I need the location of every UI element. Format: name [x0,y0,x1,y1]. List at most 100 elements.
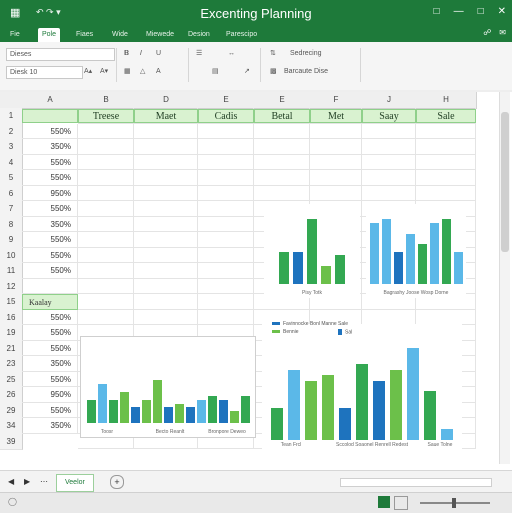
column-header[interactable]: D [134,92,199,109]
grid-cell[interactable] [254,170,310,186]
table-header-cell[interactable]: Betal [254,109,310,123]
format-label[interactable]: Barcaute Dise [284,66,328,78]
value-cell[interactable]: 550% [22,247,78,263]
fill-color-icon[interactable]: △ [140,66,145,78]
chart-4[interactable]: Tean Frcl Sccolod Soaonel Renrell Redest S… [262,321,462,454]
grid-cell[interactable] [78,201,134,217]
grid-cell[interactable] [416,170,476,186]
grid-cell[interactable] [198,123,254,139]
value-cell[interactable]: 550% [22,263,78,279]
vertical-scrollbar[interactable] [499,92,510,464]
zoom-thumb[interactable] [452,498,456,508]
tab-design[interactable]: Desion [184,28,214,42]
scroll-thumb[interactable] [501,112,509,252]
grid-cell[interactable] [78,216,134,232]
grid-cell[interactable] [416,185,476,201]
table-header-cell[interactable]: Sale [416,109,476,123]
column-header[interactable]: J [362,92,417,109]
value-cell[interactable]: 350% [22,216,78,232]
grid-cell[interactable] [198,139,254,155]
grid-cell[interactable] [416,123,476,139]
grid-cell[interactable] [198,185,254,201]
wrap-icon[interactable]: ▤ [212,66,219,78]
row-header[interactable]: 4 [0,154,23,171]
grid-cell[interactable] [198,263,254,279]
sheet-tab[interactable]: Veelor [56,474,94,492]
horizontal-scrollbar[interactable] [340,478,492,487]
tab-layout[interactable]: Miewede [142,28,178,42]
grid-cell[interactable] [416,309,476,325]
row-header[interactable]: 9 [0,232,23,249]
tab-home[interactable]: Pole [38,28,61,42]
table-header-cell[interactable]: Saay [362,109,416,123]
grid-cell[interactable] [134,216,198,232]
chart-3[interactable]: Toosr Becto Reanlt Bronpore Deweo [80,336,256,438]
borders-icon[interactable]: ▦ [124,66,131,78]
grid-cell[interactable] [134,263,198,279]
font-shrink-icon[interactable]: A▾ [100,66,108,78]
value-cell[interactable]: 350% [22,356,78,372]
format-icon[interactable]: ▩ [270,66,277,78]
grid-cell[interactable] [78,309,134,325]
row-header[interactable]: 25 [0,371,23,388]
align-left-icon[interactable]: ☰ [196,48,202,60]
grid-cell[interactable] [198,309,254,325]
grid-cell[interactable] [362,154,416,170]
grid-cell[interactable] [310,170,362,186]
column-header[interactable]: A [22,92,79,109]
grid-cell[interactable] [198,216,254,232]
section-label-cell[interactable]: Kaalay [22,294,78,310]
row-header[interactable]: 21 [0,340,23,357]
row-header[interactable]: 19 [0,325,23,342]
grid-cell[interactable] [198,154,254,170]
grid-cell[interactable] [78,185,134,201]
underline-icon[interactable]: U [156,48,161,60]
grid-cell[interactable] [134,201,198,217]
grid-cell[interactable] [78,123,134,139]
value-cell[interactable]: 550% [22,170,78,186]
tab-review[interactable]: Parescipo [222,28,261,42]
grid-cell[interactable] [78,170,134,186]
grid-cell[interactable] [310,154,362,170]
grid-cell[interactable] [198,247,254,263]
merge-icon[interactable]: ↔ [228,48,235,60]
bold-icon[interactable]: 𝐁 [124,48,129,60]
value-cell[interactable]: 550% [22,340,78,356]
grid-cell[interactable] [362,139,416,155]
grid-cell[interactable] [78,278,134,294]
font-grow-icon[interactable]: A▴ [84,66,92,78]
value-cell[interactable]: 550% [22,371,78,387]
maximize-icon[interactable]: □ [478,6,484,17]
chart-1[interactable]: Pisy Totk [264,204,360,298]
grid-cell[interactable] [78,139,134,155]
cell-a1[interactable] [22,109,78,123]
row-header[interactable]: 29 [0,402,23,419]
grid-cell[interactable] [198,170,254,186]
font-name-select[interactable]: Dieses [6,48,115,61]
select-all-corner[interactable] [0,92,23,109]
row-header[interactable]: 34 [0,418,23,435]
row-header[interactable]: 12 [0,278,23,295]
column-header[interactable]: F [310,92,363,109]
grid-cell[interactable] [134,170,198,186]
row-header[interactable]: 10 [0,247,23,264]
value-cell[interactable]: 550% [22,154,78,170]
orientation-icon[interactable]: ↗ [244,66,250,78]
row-header[interactable]: 16 [0,309,23,326]
grid-cell[interactable] [134,232,198,248]
row-header[interactable]: 15 [0,294,23,311]
prev-sheet-icon[interactable]: ◀ [8,477,14,486]
grid-cell[interactable] [78,247,134,263]
grid-cell[interactable] [362,185,416,201]
row-header[interactable]: 23 [0,356,23,373]
column-header[interactable]: H [416,92,477,109]
grid-cell[interactable] [362,170,416,186]
sort-icon[interactable]: ⇅ [270,48,276,60]
grid-cell[interactable] [310,185,362,201]
value-cell[interactable]: 950% [22,185,78,201]
row-header[interactable]: 3 [0,139,23,156]
share-icon[interactable]: ☍ [483,28,491,37]
grid-cell[interactable] [416,139,476,155]
grid-cell[interactable] [254,185,310,201]
grid-cell[interactable] [198,294,254,310]
